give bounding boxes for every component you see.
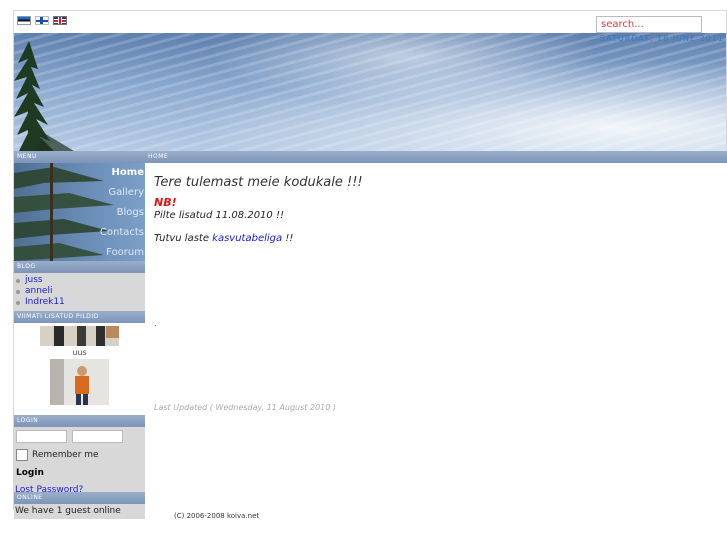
photo-thumbnail[interactable]: [50, 359, 109, 405]
breadcrumb[interactable]: HOME: [145, 151, 727, 163]
top-bar: [14, 11, 726, 33]
footer-copyright: (C) 2006-2008 koiva.net: [174, 512, 260, 520]
list-item[interactable]: juss: [16, 275, 145, 286]
latest-photos-box: uus: [14, 323, 145, 415]
search-input[interactable]: [596, 16, 702, 33]
blog-box: juss anneli Indrek11: [14, 273, 145, 311]
menu-list: Home Gallery Blogs Contacts Foorum: [100, 163, 145, 261]
list-item[interactable]: anneli: [16, 286, 145, 297]
photos-added-text: Pilte lisatud 11.08.2010 !!: [154, 210, 284, 221]
remember-me-checkbox[interactable]: [16, 449, 28, 461]
online-header: ONLINE: [14, 492, 145, 504]
pine-tree-image: [14, 41, 74, 151]
growth-chart-link[interactable]: kasvutabeliga: [212, 233, 282, 244]
menu-item-foorum[interactable]: Foorum: [100, 243, 145, 261]
blog-header: BLOG: [14, 261, 145, 273]
menu-header: MENU: [14, 151, 145, 163]
blog-list: juss anneli Indrek11: [14, 273, 145, 308]
header-banner: SATURDAY, 18 JUNE 2011: [14, 33, 726, 151]
list-item[interactable]: Indrek11: [16, 297, 145, 308]
menu-item-contacts[interactable]: Contacts: [100, 223, 145, 243]
remember-me-label: Remember me: [32, 450, 99, 460]
current-date: SATURDAY, 18 JUNE 2011: [599, 34, 724, 43]
online-status: We have 1 guest online: [15, 506, 121, 516]
bullet-icon: [16, 300, 20, 305]
online-box: We have 1 guest online: [14, 504, 145, 519]
photo-thumbnail[interactable]: [40, 326, 119, 346]
estonian-flag-icon[interactable]: [17, 16, 31, 25]
photo-caption: uus: [72, 348, 87, 357]
bullet-icon: [16, 278, 20, 283]
page-title: Tere tulemast meie kodukale !!!: [154, 175, 363, 190]
page-frame: SATURDAY, 18 JUNE 2011 MENU HOME Home Ga…: [13, 10, 727, 519]
menu-item-gallery[interactable]: Gallery: [100, 183, 145, 203]
growth-chart-text: Tutvu laste kasvutabeliga !!: [154, 233, 294, 244]
last-updated: Last Updated ( Wednesday, 11 August 2010…: [154, 403, 336, 412]
bullet-icon: [16, 289, 20, 294]
main-menu: Home Gallery Blogs Contacts Foorum: [14, 163, 145, 261]
menu-item-blogs[interactable]: Blogs: [100, 203, 145, 223]
dot-text: .: [154, 319, 157, 328]
login-box: Remember me Login Lost Password?: [14, 427, 145, 498]
main-content: Tere tulemast meie kodukale !!! NB! Pilt…: [145, 163, 727, 510]
username-field[interactable]: [16, 430, 67, 443]
language-flags: [17, 16, 67, 25]
login-header: LOGIN: [14, 415, 145, 427]
latest-photos-header: VIIMATI LISATUD PILDID: [14, 311, 145, 323]
login-button[interactable]: Login: [16, 468, 44, 478]
british-flag-icon[interactable]: [53, 16, 67, 25]
nb-label: NB!: [154, 196, 177, 209]
menu-item-home[interactable]: Home: [100, 163, 145, 183]
finnish-flag-icon[interactable]: [35, 16, 49, 25]
password-field[interactable]: [72, 430, 123, 443]
